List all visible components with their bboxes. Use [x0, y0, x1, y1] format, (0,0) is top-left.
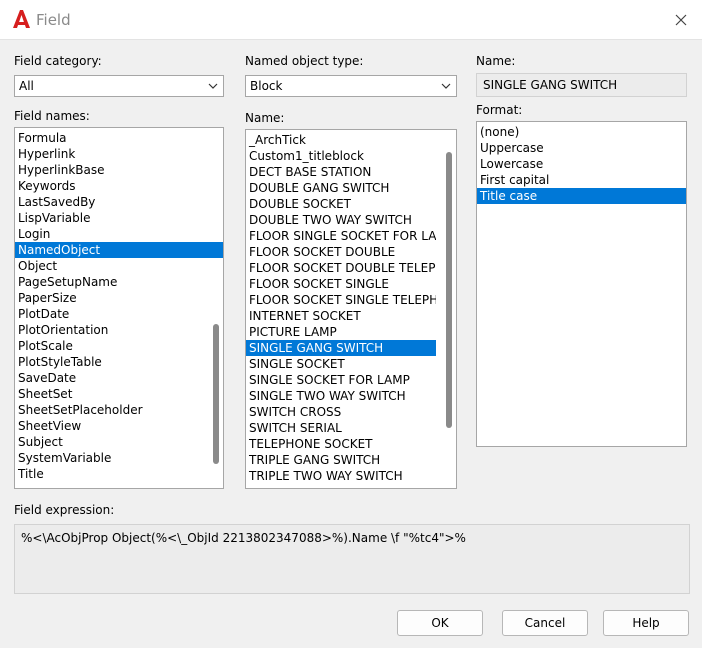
title-bar: Field — [0, 0, 702, 40]
list-item[interactable]: SaveDate — [15, 370, 223, 386]
field-names-list[interactable]: Formula Hyperlink HyperlinkBase Keywords Las… — [14, 127, 224, 489]
list-item[interactable]: Title case — [477, 188, 686, 204]
list-item[interactable]: DOUBLE SOCKET — [246, 196, 436, 212]
field-category-dropdown[interactable]: All — [14, 75, 224, 97]
list-item[interactable]: DOUBLE GANG SWITCH — [246, 180, 436, 196]
list-item[interactable]: Formula — [15, 130, 223, 146]
format-list[interactable]: (none) Uppercase Lowercase First capital Tit… — [476, 121, 687, 447]
list-item[interactable]: SINGLE SOCKET — [246, 356, 436, 372]
chevron-down-icon — [441, 83, 451, 89]
list-item[interactable]: SINGLE TWO WAY SWITCH — [246, 388, 436, 404]
field-expression-box[interactable]: %<\AcObjProp Object(%<\_ObjId 2213802347… — [14, 524, 690, 594]
field-names-label: Field names: — [14, 109, 90, 123]
list-item[interactable]: SWITCH SERIAL — [246, 420, 436, 436]
list-item[interactable]: NamedObject — [15, 242, 223, 258]
list-item[interactable]: Title — [15, 466, 223, 482]
list-item[interactable]: SINGLE GANG SWITCH — [246, 340, 436, 356]
list-item[interactable]: SheetView — [15, 418, 223, 434]
list-item[interactable]: Subject — [15, 434, 223, 450]
list-item[interactable]: Custom1_titleblock — [246, 148, 436, 164]
list-item[interactable]: SINGLE SOCKET FOR LAMP — [246, 372, 436, 388]
name-display-value: SINGLE GANG SWITCH — [483, 78, 618, 92]
list-item[interactable]: FLOOR SOCKET DOUBLE — [246, 244, 436, 260]
field-expression-value: %<\AcObjProp Object(%<\_ObjId 2213802347… — [21, 531, 466, 545]
list-item[interactable]: PlotDate — [15, 306, 223, 322]
field-category-value: All — [19, 79, 34, 93]
named-object-type-label: Named object type: — [245, 54, 364, 68]
help-button[interactable]: Help — [603, 610, 689, 636]
name-display-field: SINGLE GANG SWITCH — [476, 73, 687, 97]
list-item[interactable]: DOUBLE TWO WAY SWITCH — [246, 212, 436, 228]
list-item[interactable]: SheetSet — [15, 386, 223, 402]
autocad-icon — [13, 10, 30, 28]
field-expression-label: Field expression: — [14, 503, 115, 517]
list-item[interactable]: SystemVariable — [15, 450, 223, 466]
list-item[interactable]: FLOOR SOCKET DOUBLE TELEPHONE — [246, 260, 436, 276]
list-item[interactable]: HyperlinkBase — [15, 162, 223, 178]
list-item[interactable]: SWITCH CROSS — [246, 404, 436, 420]
list-item[interactable]: TELEPHONE SOCKET — [246, 436, 436, 452]
list-item[interactable]: FLOOR SINGLE SOCKET FOR LAMP — [246, 228, 436, 244]
list-item[interactable]: Lowercase — [477, 156, 686, 172]
list-item[interactable]: FLOOR SOCKET SINGLE — [246, 276, 436, 292]
list-item[interactable]: PlotScale — [15, 338, 223, 354]
list-item[interactable]: LastSavedBy — [15, 194, 223, 210]
list-item[interactable]: PlotStyleTable — [15, 354, 223, 370]
field-category-label: Field category: — [14, 54, 102, 68]
chevron-down-icon — [208, 83, 218, 89]
names-label: Name: — [245, 111, 285, 125]
cancel-button[interactable]: Cancel — [502, 610, 588, 636]
named-object-type-value: Block — [250, 79, 283, 93]
list-item[interactable]: LispVariable — [15, 210, 223, 226]
list-item[interactable]: Hyperlink — [15, 146, 223, 162]
ok-button[interactable]: OK — [397, 610, 483, 636]
field-names-scrollbar[interactable] — [213, 324, 219, 464]
list-item[interactable]: Object — [15, 258, 223, 274]
names-list[interactable]: _ArchTick Custom1_titleblock DECT BASE STA… — [245, 129, 457, 489]
list-item[interactable]: DECT BASE STATION — [246, 164, 436, 180]
list-item[interactable]: FLOOR SOCKET SINGLE TELEPHONE — [246, 292, 436, 308]
list-item[interactable]: INTERNET SOCKET — [246, 308, 436, 324]
names-scrollbar[interactable] — [446, 152, 452, 428]
list-item[interactable]: PageSetupName — [15, 274, 223, 290]
list-item[interactable]: (none) — [477, 124, 686, 140]
list-item[interactable]: PICTURE LAMP — [246, 324, 436, 340]
list-item[interactable]: PaperSize — [15, 290, 223, 306]
list-item[interactable]: Login — [15, 226, 223, 242]
list-item[interactable]: TRIPLE TWO WAY SWITCH — [246, 468, 436, 484]
list-item[interactable]: SheetSetPlaceholder — [15, 402, 223, 418]
window-title: Field — [36, 11, 71, 29]
format-label: Format: — [476, 103, 523, 117]
list-item[interactable]: Uppercase — [477, 140, 686, 156]
name-display-label: Name: — [476, 54, 516, 68]
list-item[interactable]: Keywords — [15, 178, 223, 194]
list-item[interactable]: First capital — [477, 172, 686, 188]
close-icon[interactable] — [666, 8, 696, 32]
list-item[interactable]: _ArchTick — [246, 132, 436, 148]
list-item[interactable]: PlotOrientation — [15, 322, 223, 338]
named-object-type-dropdown[interactable]: Block — [245, 75, 457, 97]
list-item[interactable]: TRIPLE GANG SWITCH — [246, 452, 436, 468]
